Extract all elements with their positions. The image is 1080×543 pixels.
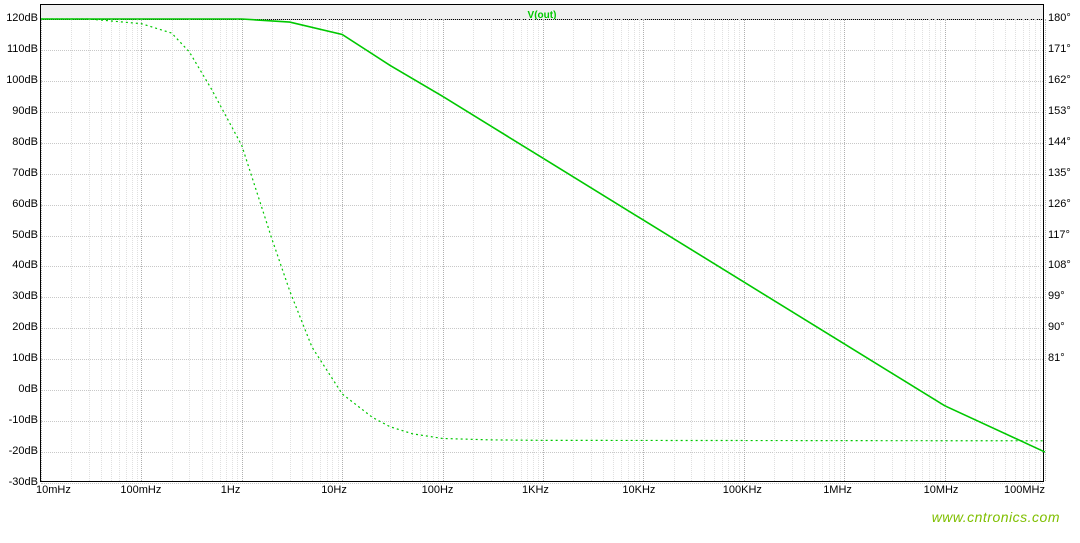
x-tick: 100Hz xyxy=(422,484,454,496)
y-right-tick: 99° xyxy=(1048,290,1065,302)
y-right-tick: 126° xyxy=(1048,198,1071,210)
y-right-tick: 153° xyxy=(1048,105,1071,117)
x-tick: 10KHz xyxy=(622,484,655,496)
x-tick: 10MHz xyxy=(924,484,959,496)
x-tick: 100KHz xyxy=(723,484,762,496)
y-left-tick: 70dB xyxy=(12,167,38,179)
y-right-tick: 108° xyxy=(1048,259,1071,271)
y-left-tick: 0dB xyxy=(18,383,38,395)
plot-frame: V(out) xyxy=(40,4,1044,482)
y-left-tick: 110dB xyxy=(7,43,38,55)
x-tick: 1Hz xyxy=(221,484,241,496)
y-left-tick: 40dB xyxy=(12,259,38,271)
y-left-tick: 90dB xyxy=(12,105,38,117)
trace-header: V(out) xyxy=(41,5,1043,20)
y-left-tick: 20dB xyxy=(12,321,38,333)
x-tick: 1KHz xyxy=(522,484,549,496)
y-left-tick: -10dB xyxy=(9,414,38,426)
y-right-tick: 81° xyxy=(1048,352,1065,364)
y-right-tick: 144° xyxy=(1048,136,1071,148)
y-left-tick: 100dB xyxy=(6,74,38,86)
watermark-text: www.cntronics.com xyxy=(932,509,1060,525)
y-left-tick: 80dB xyxy=(12,136,38,148)
y-right-tick: 135° xyxy=(1048,167,1071,179)
y-right-tick: 117° xyxy=(1048,229,1070,241)
y-left-tick: 30dB xyxy=(12,290,38,302)
chart-canvas: V(out) www.cntronics.com 120dB 180° 110dB 1… xyxy=(0,0,1080,543)
x-tick: 100MHz xyxy=(1004,484,1045,496)
y-left-tick: 60dB xyxy=(12,198,38,210)
y-left-tick: -20dB xyxy=(9,445,38,457)
y-left-tick: 120dB xyxy=(6,12,38,24)
y-right-tick: 180° xyxy=(1048,12,1071,24)
trace-label-vout[interactable]: V(out) xyxy=(528,9,557,22)
y-left-tick: 50dB xyxy=(12,229,38,241)
y-right-tick: 171° xyxy=(1048,43,1071,55)
x-tick: 10Hz xyxy=(321,484,347,496)
x-tick: 10mHz xyxy=(36,484,71,496)
x-tick: 1MHz xyxy=(823,484,852,496)
y-right-tick: 162° xyxy=(1048,74,1071,86)
x-tick: 100mHz xyxy=(120,484,161,496)
y-left-tick: -30dB xyxy=(9,476,38,488)
y-left-tick: 10dB xyxy=(12,352,38,364)
y-right-tick: 90° xyxy=(1048,321,1065,333)
